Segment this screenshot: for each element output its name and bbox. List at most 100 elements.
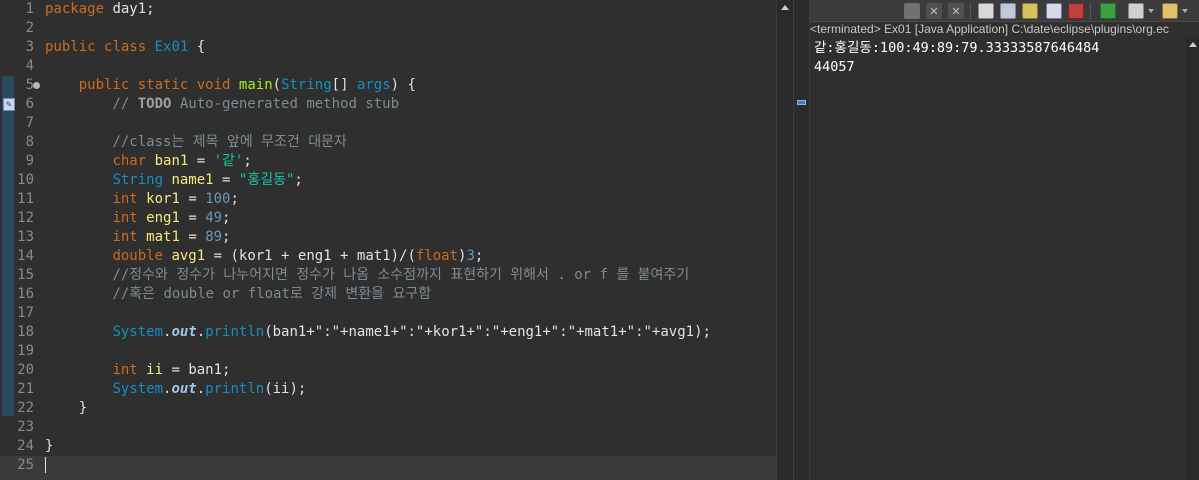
parameter-name: args xyxy=(356,77,391,93)
code-line-23[interactable]: 23 xyxy=(0,418,776,437)
line-number: 24 xyxy=(17,438,34,454)
line-number: 8 xyxy=(25,134,34,150)
console-view[interactable]: ✕ ✕ <terminated> Ex01 [Java Application]… xyxy=(810,0,1199,480)
code-line-3[interactable]: 3 public class Ex01 { xyxy=(0,38,776,57)
code-line-6[interactable]: ✎ 6 // TODO Auto-generated method stub xyxy=(0,95,776,114)
method-name: main xyxy=(238,77,273,93)
overview-ruler[interactable] xyxy=(793,0,810,480)
line-number: 1 xyxy=(25,1,34,17)
code-text: } xyxy=(78,400,88,416)
variable-name: name1 xyxy=(171,172,214,188)
fold-toggle-icon[interactable] xyxy=(33,82,40,89)
editor-vertical-scrollbar[interactable] xyxy=(776,0,793,480)
line-number: 4 xyxy=(25,58,34,74)
editor-horizontal-scrollbar[interactable] xyxy=(0,473,776,480)
scroll-up-arrow-icon[interactable] xyxy=(1189,42,1197,47)
code-line-1[interactable]: 1 package day1; xyxy=(0,0,776,19)
todo-tag: TODO xyxy=(137,96,172,112)
keyword: float xyxy=(415,248,459,264)
toolbar-separator xyxy=(1090,3,1091,19)
code-text: (ii); xyxy=(264,381,307,397)
console-process-label: <terminated> Ex01 [Java Application] C:\… xyxy=(810,22,1199,36)
console-vertical-scrollbar[interactable] xyxy=(1186,36,1199,480)
code-line-2[interactable]: 2 xyxy=(0,19,776,38)
code-line-15[interactable]: 15 //정수와 정수가 나누어지면 정수가 나옴 소수점까지 표현하기 위해서… xyxy=(0,266,776,285)
code-text: = (kor1 + eng1 + mat1)/( xyxy=(205,248,416,264)
remove-launch-icon[interactable]: ✕ xyxy=(926,3,942,19)
code-line-8[interactable]: 8 //class는 제목 앞에 무조건 대문자 xyxy=(0,133,776,152)
line-number: 23 xyxy=(17,419,34,435)
keyword: public xyxy=(45,39,96,55)
code-line-18[interactable]: 18 System.out.println(ban1+":"+name1+":"… xyxy=(0,323,776,342)
editor-lines[interactable]: 1 package day1; 2 3 public class Ex01 { 4 … xyxy=(0,0,776,475)
line-number: 20 xyxy=(17,362,34,378)
line-number: 11 xyxy=(17,191,34,207)
chevron-down-icon[interactable] xyxy=(1182,9,1188,13)
keyword: char xyxy=(112,153,147,169)
task-overview-marker[interactable] xyxy=(797,100,806,105)
code-editor[interactable]: 1 package day1; 2 3 public class Ex01 { 4 … xyxy=(0,0,793,480)
open-console-icon[interactable] xyxy=(1128,3,1144,19)
variable-name: kor1 xyxy=(146,191,180,207)
display-console-icon[interactable] xyxy=(1100,3,1116,19)
line-number: 9 xyxy=(25,153,34,169)
comment: Auto-generated method stub xyxy=(171,96,400,112)
comment: // xyxy=(112,96,138,112)
class-name: Ex01 xyxy=(154,39,189,55)
code-line-11[interactable]: 11 int kor1 = 100; xyxy=(0,190,776,209)
line-number: 22 xyxy=(17,400,34,416)
scroll-lock-icon[interactable] xyxy=(978,3,994,19)
line-number: 6 xyxy=(25,96,34,112)
code-line-14[interactable]: 14 double avg1 = (kor1 + eng1 + mat1)/(f… xyxy=(0,247,776,266)
class-name: System xyxy=(112,381,164,397)
code-line-24[interactable]: 24} xyxy=(0,437,776,456)
number-literal: 89 xyxy=(205,229,223,245)
keyword: public xyxy=(78,77,130,93)
terminate-icon[interactable] xyxy=(904,3,920,19)
code-line-22[interactable]: 22 } xyxy=(0,399,776,418)
code-text: ) { xyxy=(390,77,416,93)
line-number: 14 xyxy=(17,248,34,264)
scroll-up-arrow-icon[interactable] xyxy=(781,5,789,10)
code-line-9[interactable]: 9 char ban1 = '같'; xyxy=(0,152,776,171)
console-output[interactable]: 같:홍길동:100:49:89:79.33333587646484 44057 xyxy=(814,39,1186,77)
code-line-12[interactable]: 12 int eng1 = 49; xyxy=(0,209,776,228)
code-text: = ban1; xyxy=(163,362,231,378)
code-text: } xyxy=(45,438,54,454)
show-on-stderr-icon[interactable] xyxy=(1046,3,1062,19)
comment: //정수와 정수가 나누어지면 정수가 나옴 소수점까지 표현하기 위해서 . … xyxy=(112,267,690,283)
code-line-19[interactable]: 19 xyxy=(0,342,776,361)
variable-name: ban1 xyxy=(154,153,189,169)
code-text: (ban1+":"+name1+":"+kor1+":"+eng1+":"+ma… xyxy=(264,324,711,340)
code-line-13[interactable]: 13 int mat1 = 89; xyxy=(0,228,776,247)
chevron-down-icon[interactable] xyxy=(1148,9,1154,13)
type-name: String xyxy=(112,172,164,188)
new-console-icon[interactable] xyxy=(1162,3,1178,19)
char-literal: '같' xyxy=(213,153,244,169)
code-line-10[interactable]: 10 String name1 = "홍길동"; xyxy=(0,171,776,190)
code-text: day1; xyxy=(104,1,155,17)
line-number: 7 xyxy=(25,115,34,131)
show-on-stdout-icon[interactable] xyxy=(1022,3,1038,19)
static-field: out xyxy=(171,381,197,397)
code-line-7[interactable]: 7 xyxy=(0,114,776,133)
code-line-16[interactable]: 16 //혹은 double or float로 강제 변환을 요구함 xyxy=(0,285,776,304)
code-line-20[interactable]: 20 int ii = ban1; xyxy=(0,361,776,380)
code-line-21[interactable]: 21 System.out.println(ii); xyxy=(0,380,776,399)
word-wrap-icon[interactable] xyxy=(1000,3,1016,19)
line-number: 21 xyxy=(17,381,34,397)
keyword: int xyxy=(112,191,138,207)
line-number: 19 xyxy=(17,343,34,359)
pin-console-icon[interactable] xyxy=(1068,3,1084,19)
remove-all-icon[interactable]: ✕ xyxy=(948,3,964,19)
code-line-5[interactable]: 5 public static void main(String[] args)… xyxy=(0,76,776,95)
code-line-17[interactable]: 17 xyxy=(0,304,776,323)
code-line-4[interactable]: 4 xyxy=(0,57,776,76)
variable-name: avg1 xyxy=(171,248,206,264)
variable-name: eng1 xyxy=(146,210,180,226)
method-call: println xyxy=(205,324,265,340)
number-literal: 100 xyxy=(205,191,231,207)
line-number: 15 xyxy=(17,267,34,283)
comment: //혹은 double or float로 강제 변환을 요구함 xyxy=(112,286,432,302)
number-literal: 49 xyxy=(205,210,223,226)
